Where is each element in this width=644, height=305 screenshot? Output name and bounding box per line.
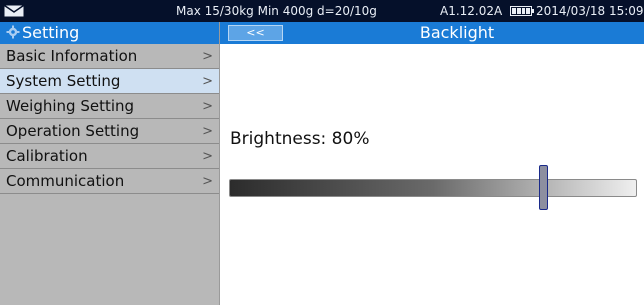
menu-item-label: Weighing Setting [6,97,135,115]
menu-item-calibration[interactable]: Calibration > [0,144,219,169]
status-bar: Max 15/30kg Min 400g d=20/10g A1.12.02A … [0,0,644,22]
sidebar-header: Setting [0,22,219,44]
menu-item-weighing-setting[interactable]: Weighing Setting > [0,94,219,119]
menu-item-label: Operation Setting [6,122,140,140]
gear-icon [6,25,20,39]
brightness-slider-handle[interactable] [538,165,548,210]
menu-item-label: System Setting [6,72,121,90]
settings-menu: Basic Information > System Setting > Wei… [0,44,219,194]
page-title: Backlight [419,23,495,42]
battery-icon [510,6,534,16]
chevron-right-icon: > [202,74,213,89]
menu-item-label: Calibration [6,147,88,165]
brightness-label: Brightness: 80% [230,129,370,149]
menu-item-label: Communication [6,172,125,190]
back-button[interactable]: << [228,25,283,41]
chevron-right-icon: > [202,49,213,64]
menu-item-basic-information[interactable]: Basic Information > [0,44,219,69]
date-time: 2014/03/18 15:09 [536,4,644,18]
menu-item-communication[interactable]: Communication > [0,169,219,194]
menu-item-system-setting[interactable]: System Setting > [0,69,219,94]
page-header: << Backlight [220,22,644,44]
chevron-right-icon: > [202,124,213,139]
firmware-version: A1.12.02A [440,4,503,18]
mail-icon [4,5,24,17]
scale-specs: Max 15/30kg Min 400g d=20/10g [176,4,377,18]
menu-item-operation-setting[interactable]: Operation Setting > [0,119,219,144]
chevron-right-icon: > [202,149,213,164]
brightness-slider[interactable] [229,179,637,197]
menu-item-label: Basic Information [6,47,138,65]
chevron-right-icon: > [202,174,213,189]
chevron-right-icon: > [202,99,213,114]
sidebar: Setting Basic Information > System Setti… [0,22,220,305]
sidebar-title: Setting [22,23,80,42]
